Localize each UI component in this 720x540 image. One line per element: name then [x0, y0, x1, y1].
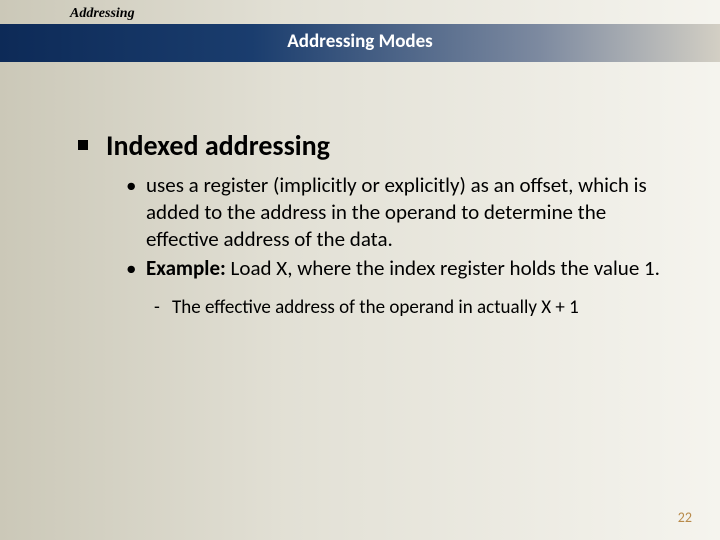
content-area: Indexed addressing uses a register (impl…: [78, 130, 670, 320]
bullet-item: uses a register (implicitly or explicitl…: [126, 172, 670, 253]
bullet-label: Example:: [146, 255, 226, 281]
sub-bullet-list: The effective address of the operand in …: [78, 296, 670, 321]
page-number: 22: [678, 509, 692, 526]
bullet-item: Example: Load X, where the index registe…: [126, 255, 670, 282]
bullet-text: Load X, where the index register holds t…: [226, 255, 660, 281]
bullet-list: uses a register (implicitly or explicitl…: [78, 172, 670, 282]
slide: Addressing Addressing Modes Indexed addr…: [0, 0, 720, 540]
bullet-text: uses a register (implicitly or explicitl…: [146, 172, 647, 252]
chapter-label: Addressing: [70, 6, 135, 22]
main-heading: Indexed addressing: [78, 130, 670, 162]
slide-title: Addressing Modes: [0, 30, 720, 53]
sub-bullet-item: The effective address of the operand in …: [154, 296, 670, 321]
sub-bullet-text: The effective address of the operand in …: [172, 296, 579, 319]
